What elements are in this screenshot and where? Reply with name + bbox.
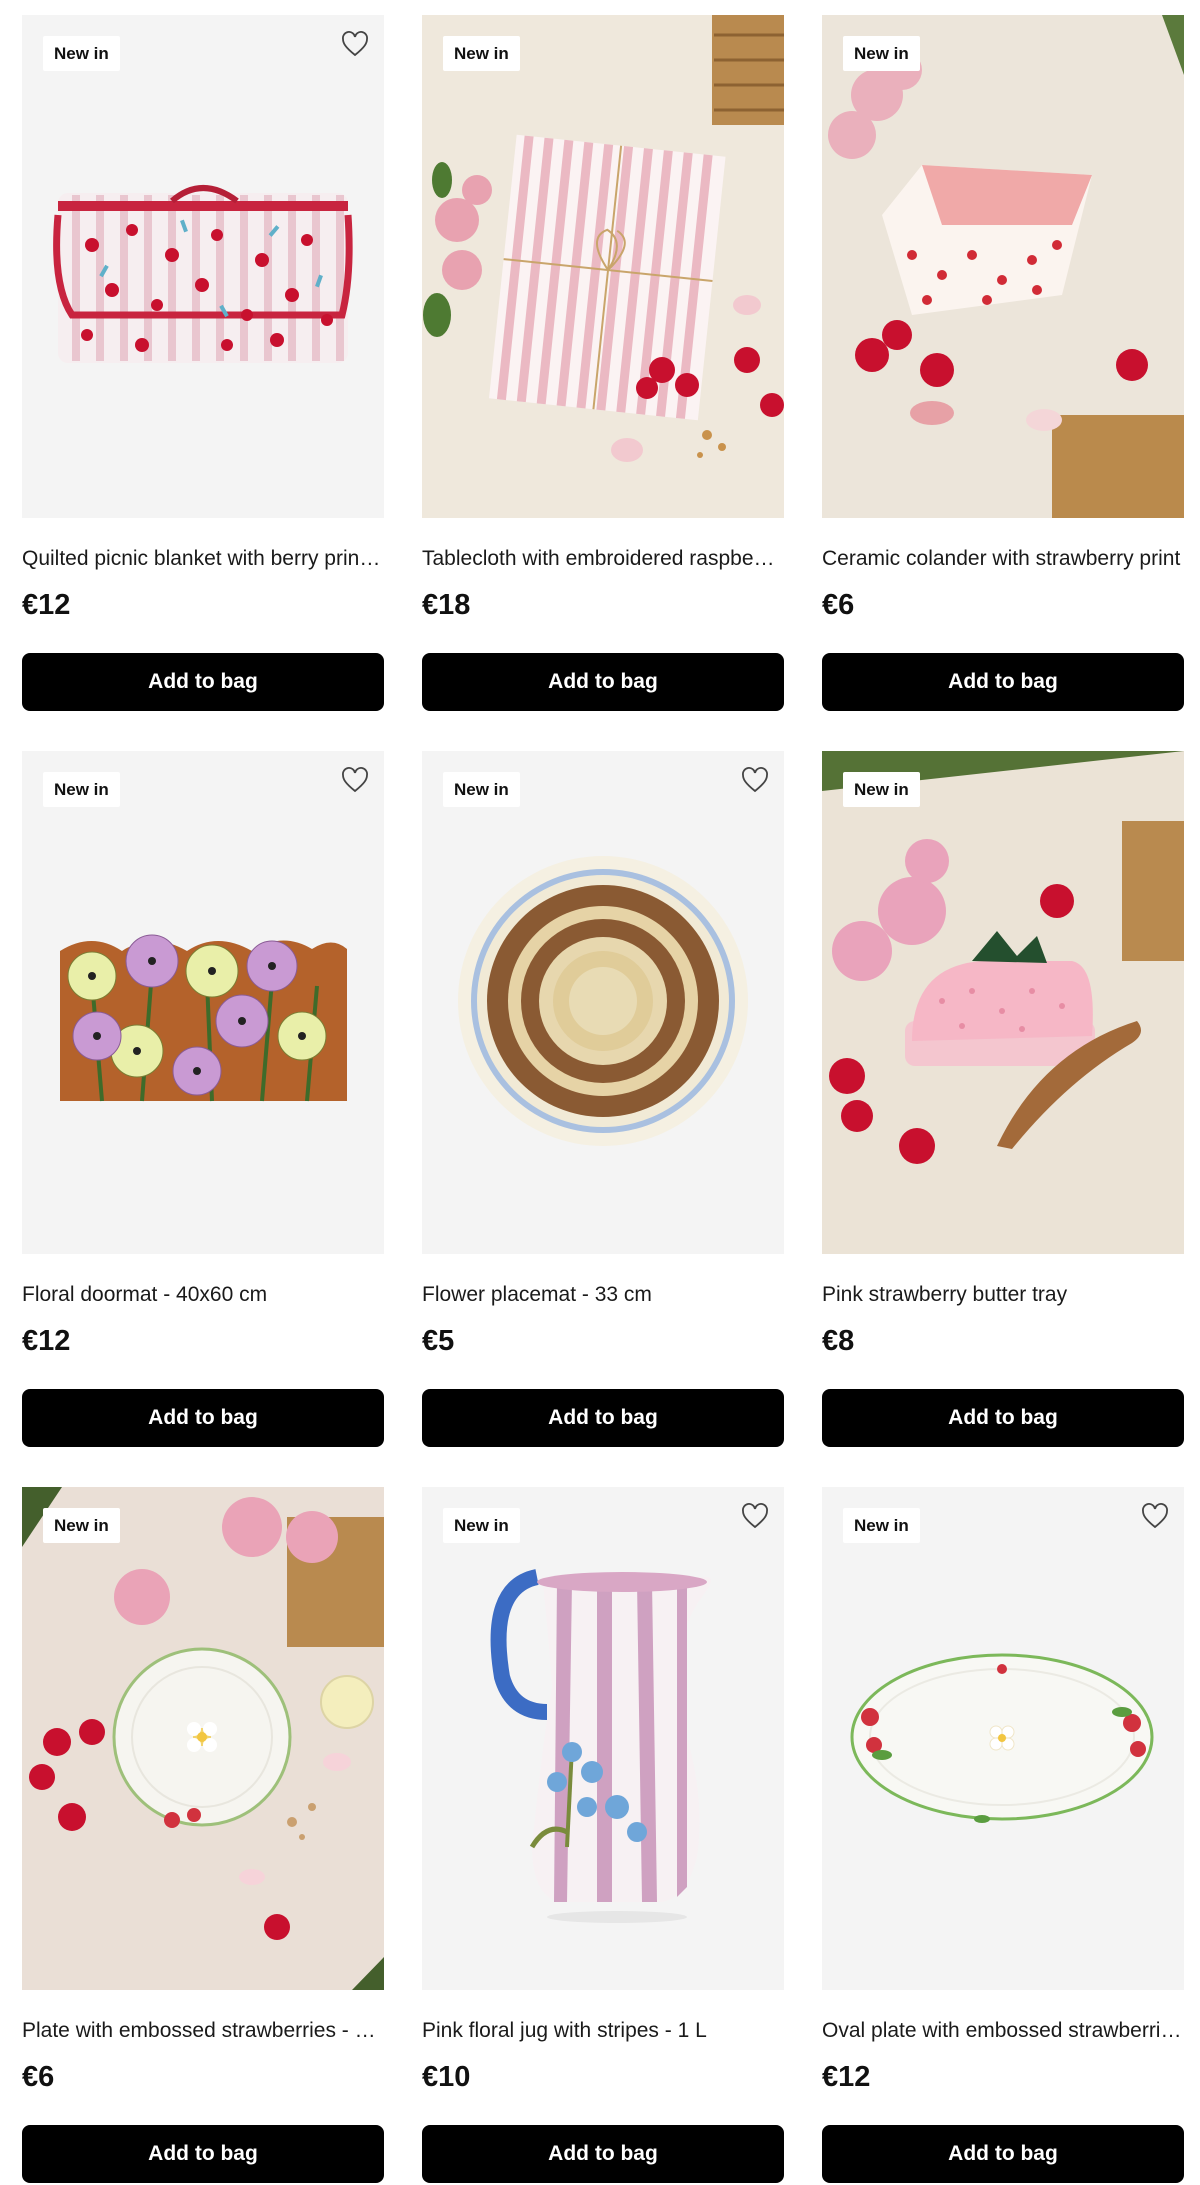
placemat-image [422, 751, 784, 1254]
product-image[interactable]: New in [422, 15, 784, 518]
new-in-badge: New in [843, 772, 920, 807]
add-to-bag-button[interactable]: Add to bag [822, 653, 1184, 711]
heart-icon[interactable] [340, 765, 370, 795]
product-image[interactable]: New in [822, 1487, 1184, 1990]
product-name[interactable]: Ceramic colander with strawberry print [822, 545, 1184, 573]
product-card[interactable]: New in Quilted picnic blanket with berry… [22, 15, 384, 711]
add-to-bag-button[interactable]: Add to bag [822, 2125, 1184, 2183]
product-name[interactable]: Oval plate with embossed strawberri… [822, 2017, 1184, 2045]
product-price: €5 [422, 1325, 455, 1357]
product-name[interactable]: Pink floral jug with stripes - 1 L [422, 2017, 784, 2045]
add-to-bag-button[interactable]: Add to bag [22, 653, 384, 711]
new-in-badge: New in [43, 36, 120, 71]
product-name[interactable]: Floral doormat - 40x60 cm [22, 1281, 384, 1309]
product-card[interactable]: New in Tablecloth with embroidered raspb… [422, 15, 784, 711]
colander-image [822, 15, 1184, 518]
product-name[interactable]: Flower placemat - 33 cm [422, 1281, 784, 1309]
new-in-badge: New in [43, 1508, 120, 1543]
butter-tray-image [822, 751, 1184, 1254]
product-card[interactable]: New in Ceramic colander with strawberry … [822, 15, 1184, 711]
heart-icon[interactable] [740, 1501, 770, 1531]
product-price: €12 [822, 2061, 871, 2093]
add-to-bag-button[interactable]: Add to bag [422, 653, 784, 711]
product-image[interactable]: New in [22, 1487, 384, 1990]
product-image[interactable]: New in [822, 751, 1184, 1254]
product-price: €12 [22, 589, 71, 621]
doormat-image [22, 751, 384, 1254]
product-price: €8 [822, 1325, 855, 1357]
product-image[interactable]: New in [22, 751, 384, 1254]
product-name[interactable]: Tablecloth with embroidered raspbe… [422, 545, 784, 573]
new-in-badge: New in [843, 36, 920, 71]
heart-icon[interactable] [340, 29, 370, 59]
new-in-badge: New in [843, 1508, 920, 1543]
product-card[interactable]: New in Plate with embossed strawberries … [22, 1487, 384, 2183]
product-card[interactable]: New in Pink strawberry butter tray €8 Ad… [822, 751, 1184, 1447]
jug-image [422, 1487, 784, 1990]
oval-plate-image [822, 1487, 1184, 1990]
plate-image [22, 1487, 384, 1990]
product-price: €6 [22, 2061, 55, 2093]
add-to-bag-button[interactable]: Add to bag [822, 1389, 1184, 1447]
product-price: €10 [422, 2061, 471, 2093]
new-in-badge: New in [443, 1508, 520, 1543]
product-name[interactable]: Quilted picnic blanket with berry prin… [22, 545, 384, 573]
product-grid: New in Quilted picnic blanket with berry… [22, 15, 1185, 2183]
product-price: €12 [22, 1325, 71, 1357]
heart-icon[interactable] [740, 765, 770, 795]
add-to-bag-button[interactable]: Add to bag [422, 2125, 784, 2183]
heart-icon[interactable] [1140, 1501, 1170, 1531]
product-image[interactable]: New in [422, 751, 784, 1254]
product-card[interactable]: New in Oval plate with embossed strawber… [822, 1487, 1184, 2183]
add-to-bag-button[interactable]: Add to bag [22, 1389, 384, 1447]
product-image[interactable]: New in [822, 15, 1184, 518]
product-card[interactable]: New in Flower placemat - 33 cm €5 Add to… [422, 751, 784, 1447]
picnic-blanket-image [22, 15, 384, 518]
product-image[interactable]: New in [22, 15, 384, 518]
product-price: €6 [822, 589, 855, 621]
product-name[interactable]: Pink strawberry butter tray [822, 1281, 1184, 1309]
add-to-bag-button[interactable]: Add to bag [22, 2125, 384, 2183]
new-in-badge: New in [443, 772, 520, 807]
product-name[interactable]: Plate with embossed strawberries - 2… [22, 2017, 384, 2045]
tablecloth-image [422, 15, 784, 518]
new-in-badge: New in [43, 772, 120, 807]
new-in-badge: New in [443, 36, 520, 71]
product-card[interactable]: New in Pink floral jug with stripes - 1 … [422, 1487, 784, 2183]
product-card[interactable]: New in Floral doormat - 40x60 cm €12 Add… [22, 751, 384, 1447]
product-price: €18 [422, 589, 471, 621]
add-to-bag-button[interactable]: Add to bag [422, 1389, 784, 1447]
product-image[interactable]: New in [422, 1487, 784, 1990]
